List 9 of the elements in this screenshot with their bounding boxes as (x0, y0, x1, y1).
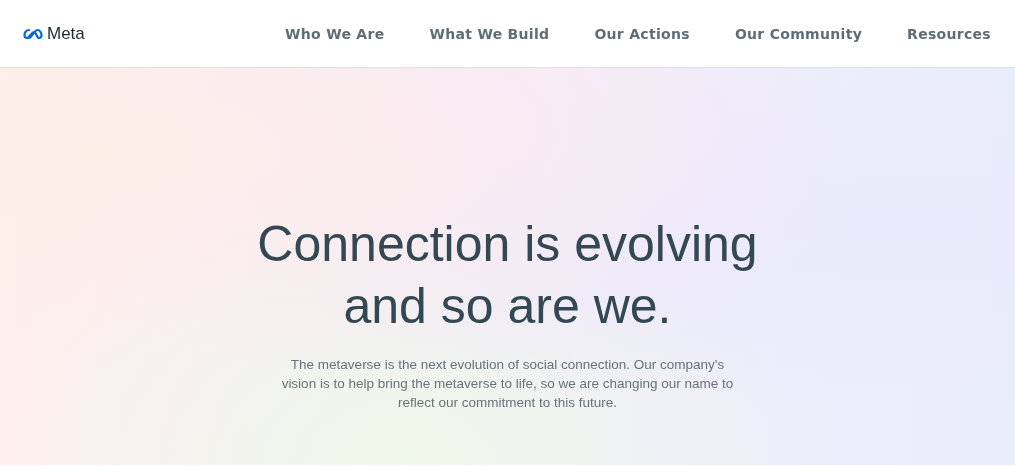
nav-link[interactable]: Resources (907, 25, 991, 42)
nav-link[interactable]: Our Community (734, 25, 863, 42)
nav-link[interactable]: Who We Are (285, 25, 385, 42)
hero-description: The metaverse is the next evolution of social connection. Our company's vision is to help bring the metaverse to life, so we are changing our name to reflect our commitment to this future. (280, 356, 735, 412)
nav-link[interactable]: Our Actions (594, 25, 690, 42)
nav-link[interactable]: What We Build (429, 25, 550, 42)
infinity-logo-icon[interactable] (23, 27, 45, 40)
logo-text[interactable]: Meta (47, 23, 85, 44)
hero-headline: Connection is evolving and so are we. (257, 215, 758, 336)
